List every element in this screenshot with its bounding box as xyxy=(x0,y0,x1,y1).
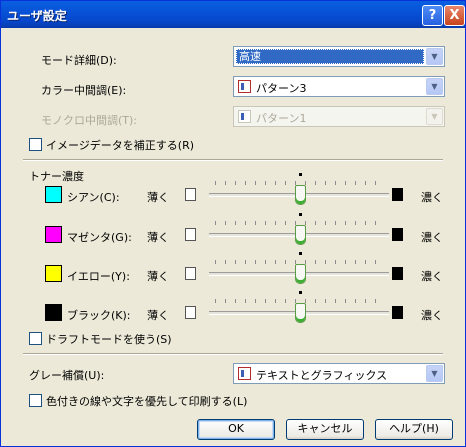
dark-label: 濃く xyxy=(421,270,443,283)
magenta-slider-thumb[interactable] xyxy=(295,225,306,245)
dark-label: 濃く xyxy=(421,231,443,244)
dark-label: 濃く xyxy=(421,309,443,322)
pattern-icon xyxy=(238,110,251,123)
draft-mode-label[interactable]: ドラフトモードを使う(S) xyxy=(46,331,172,347)
image-correct-label[interactable]: イメージデータを補正する(R) xyxy=(46,137,194,153)
gray-compensation-select[interactable]: テキストとグラフィックス ▼ xyxy=(233,363,445,384)
toner-density-heading: トナー濃度 xyxy=(29,170,84,183)
mode-detail-select[interactable]: 高速 ▼ xyxy=(233,46,445,67)
light-label: 薄く xyxy=(147,191,169,204)
draft-mode-checkbox[interactable] xyxy=(29,332,42,345)
dark-square-icon xyxy=(392,267,403,280)
cancel-button[interactable]: キャンセル xyxy=(286,419,364,440)
black-label: ブラック(K): xyxy=(67,309,131,322)
color-priority-label[interactable]: 色付きの線や文字を優先して印刷する(L) xyxy=(46,393,247,409)
chevron-down-icon: ▼ xyxy=(426,108,443,125)
light-label: 薄く xyxy=(147,309,169,322)
text-graphics-icon xyxy=(238,367,251,380)
chevron-down-icon[interactable]: ▼ xyxy=(426,48,443,65)
divider xyxy=(23,159,443,161)
dark-square-icon xyxy=(392,188,403,201)
title-bar[interactable]: ユーザ設定 ? X xyxy=(1,1,465,28)
gray-compensation-value: テキストとグラフィックス xyxy=(256,369,388,382)
mono-halftone-value: パターン1 xyxy=(256,112,307,125)
color-priority-checkbox[interactable] xyxy=(29,394,42,407)
center-marker xyxy=(299,291,302,294)
light-label: 薄く xyxy=(147,231,169,244)
cyan-slider-thumb[interactable] xyxy=(295,185,306,205)
divider xyxy=(23,353,443,355)
dark-square-icon xyxy=(392,228,403,241)
light-label: 薄く xyxy=(147,270,169,283)
yellow-slider-thumb[interactable] xyxy=(295,264,306,284)
center-marker xyxy=(299,213,302,216)
center-marker xyxy=(299,252,302,255)
chevron-down-icon[interactable]: ▼ xyxy=(426,365,443,382)
mode-detail-label: モード詳細(D): xyxy=(41,54,117,67)
light-square-icon xyxy=(185,267,196,280)
magenta-swatch xyxy=(45,226,62,243)
dark-square-icon xyxy=(392,306,403,319)
cyan-label: シアン(C): xyxy=(67,191,120,204)
pattern-icon xyxy=(238,80,251,93)
yellow-swatch xyxy=(45,265,62,282)
chevron-down-icon[interactable]: ▼ xyxy=(426,78,443,95)
magenta-label: マゼンタ(G): xyxy=(67,231,132,244)
light-square-icon xyxy=(185,228,196,241)
window-title: ユーザ設定 xyxy=(7,9,67,23)
color-halftone-select[interactable]: パターン3 ▼ xyxy=(233,76,445,97)
black-slider-thumb[interactable] xyxy=(295,303,306,323)
black-swatch xyxy=(45,304,62,321)
cyan-swatch xyxy=(45,186,62,203)
color-halftone-value: パターン3 xyxy=(256,82,307,95)
mono-halftone-select: パターン1 ▼ xyxy=(233,106,445,127)
color-halftone-label: カラー中間調(E): xyxy=(41,84,127,97)
light-square-icon xyxy=(185,188,196,201)
center-marker xyxy=(299,173,302,176)
mode-detail-value: 高速 xyxy=(236,49,424,64)
user-settings-dialog: ユーザ設定 ? X モード詳細(D): 高速 ▼ カラー中間調(E): パターン… xyxy=(0,0,466,447)
mono-halftone-label: モノクロ中間調(T): xyxy=(41,114,138,127)
gray-compensation-label: グレー補償(U): xyxy=(29,369,105,382)
dark-label: 濃く xyxy=(421,191,443,204)
help-title-button[interactable]: ? xyxy=(422,5,443,26)
close-icon[interactable]: X xyxy=(444,5,465,26)
ok-button[interactable]: OK xyxy=(197,419,275,440)
light-square-icon xyxy=(185,306,196,319)
yellow-label: イエロー(Y): xyxy=(67,270,130,283)
help-button[interactable]: ヘルプ(H) xyxy=(375,419,453,440)
image-correct-checkbox[interactable] xyxy=(29,138,42,151)
